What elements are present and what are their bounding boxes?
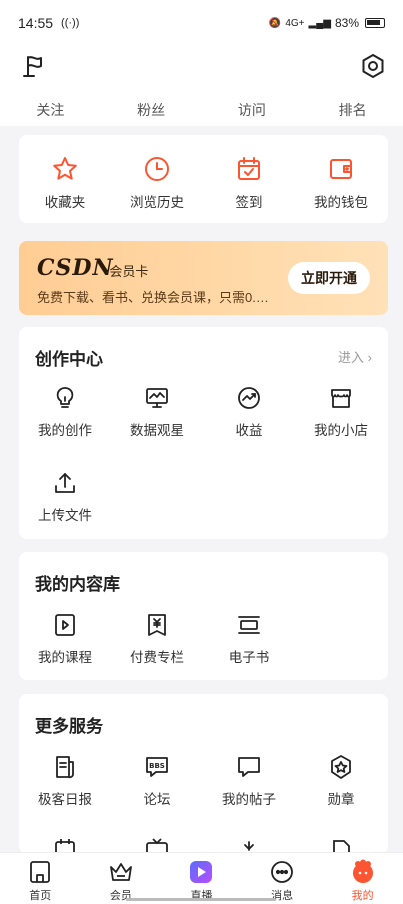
content-item-ebook[interactable]: 电子书 [203, 612, 295, 666]
vip-description: 免费下载、看书、兑换会员课，只需0.… [37, 290, 269, 305]
service-item-label: 我的帖子 [222, 792, 276, 807]
vip-tag: ·会员卡 [105, 264, 149, 279]
quick-actions-card: 收藏夹 浏览历史 签到 我的钱包 [19, 135, 388, 223]
status-bar: 14:55 ((·)) 🔕 4G+ ▂▄▆ 83% [0, 0, 403, 46]
monitor-chart-icon [144, 385, 170, 411]
vip-brand-logo: CSDN [37, 255, 114, 281]
network-label: 4G+ [285, 17, 305, 29]
header [0, 46, 403, 86]
bbs-icon: BBS [144, 754, 170, 780]
stat-following[interactable]: 关注 [0, 86, 101, 126]
content-library-title: 我的内容库 [35, 575, 120, 594]
stat-visits[interactable]: 访问 [202, 86, 303, 126]
clock-icon [143, 155, 171, 183]
quick-item-wallet[interactable]: 我的钱包 [295, 155, 387, 211]
bulb-icon [52, 385, 78, 411]
svg-text:BBS: BBS [149, 762, 165, 770]
creation-center-title: 创作中心 [35, 350, 103, 369]
ebook-icon [236, 612, 262, 638]
settings-icon[interactable] [359, 52, 387, 80]
quick-item-label: 我的钱包 [314, 195, 368, 210]
home-icon [27, 859, 53, 885]
creation-center-card: 创作中心 进入 › 我的创作 数据观星 收益 我的小店 上传文件 [19, 327, 388, 539]
content-item-my-courses[interactable]: 我的课程 [19, 612, 111, 666]
service-item-forum[interactable]: BBS 论坛 [111, 754, 203, 808]
nav-tab-label: 我的 [351, 890, 374, 902]
more-services-title: 更多服务 [35, 717, 103, 736]
battery-label: 83% [334, 16, 359, 30]
yen-book-icon [144, 612, 170, 638]
creation-item-label: 我的小店 [314, 423, 368, 438]
flag-icon[interactable] [20, 52, 48, 80]
wallet-icon [327, 155, 355, 183]
nav-tab-vip[interactable]: 会员 [81, 853, 162, 904]
message-icon [269, 859, 295, 885]
service-item-geek-daily[interactable]: 极客日报 [19, 754, 111, 808]
content-item-paid-column[interactable]: 付费专栏 [111, 612, 203, 666]
nav-tab-label: 首页 [29, 890, 52, 902]
status-time: 14:55 [18, 15, 54, 31]
nav-tab-live[interactable]: 直播 [161, 853, 242, 904]
daily-icon [52, 754, 78, 780]
creation-item-my-shop[interactable]: 我的小店 [295, 385, 387, 439]
creation-item-my-works[interactable]: 我的创作 [19, 385, 111, 439]
stat-followers[interactable]: 粉丝 [101, 86, 202, 126]
mute-icon: 🔕 [268, 17, 282, 29]
creation-item-label: 数据观星 [130, 423, 184, 438]
wireless-icon: ((·)) [61, 17, 80, 29]
calendar-check-icon [235, 155, 263, 183]
play-square-icon [52, 612, 78, 638]
star-icon [51, 155, 79, 183]
creation-item-label: 上传文件 [38, 508, 92, 523]
stat-ranking[interactable]: 排名 [302, 86, 403, 126]
nav-tab-messages[interactable]: 消息 [242, 853, 323, 904]
service-item-label: 勋章 [327, 792, 355, 807]
creation-item-label: 我的创作 [38, 423, 92, 438]
profile-icon [350, 859, 376, 885]
signal-icon: ▂▄▆ [308, 17, 331, 29]
content-item-label: 电子书 [228, 650, 270, 665]
service-item-medals[interactable]: 勋章 [295, 754, 387, 808]
content-library-card: 我的内容库 我的课程 付费专栏 电子书 [19, 552, 388, 680]
bottom-nav: 首页 会员 直播 消息 我的 [0, 852, 403, 904]
stats-row: 关注 粉丝 访问 排名 [0, 86, 403, 126]
creation-center-enter-link[interactable]: 进入 › [338, 347, 372, 366]
home-indicator[interactable] [126, 898, 276, 901]
vip-open-button[interactable]: 立即开通 [288, 262, 370, 294]
crown-icon [108, 859, 134, 885]
service-item-my-posts[interactable]: 我的帖子 [203, 754, 295, 808]
more-services-card: 更多服务 极客日报 BBS 论坛 我的帖子 勋章 [19, 694, 388, 854]
trend-circle-icon [236, 385, 262, 411]
chat-bubble-icon [236, 754, 262, 780]
content-item-label: 我的课程 [38, 650, 92, 665]
content-item-label: 付费专栏 [130, 650, 184, 665]
quick-item-label: 收藏夹 [44, 195, 86, 210]
battery-icon [365, 18, 385, 28]
creation-item-data-stars[interactable]: 数据观星 [111, 385, 203, 439]
medal-icon [328, 754, 354, 780]
nav-tab-home[interactable]: 首页 [0, 853, 81, 904]
service-item-label: 极客日报 [38, 792, 92, 807]
quick-item-favorites[interactable]: 收藏夹 [19, 155, 111, 211]
quick-item-label: 浏览历史 [130, 195, 184, 210]
upload-icon [52, 470, 78, 496]
quick-item-history[interactable]: 浏览历史 [111, 155, 203, 211]
live-icon [188, 859, 214, 885]
service-item-label: 论坛 [143, 792, 171, 807]
creation-item-upload[interactable]: 上传文件 [19, 470, 111, 524]
quick-item-label: 签到 [235, 195, 263, 210]
nav-tab-profile[interactable]: 我的 [322, 853, 403, 904]
quick-item-checkin[interactable]: 签到 [203, 155, 295, 211]
creation-item-earnings[interactable]: 收益 [203, 385, 295, 439]
vip-banner[interactable]: CSDN ·会员卡 免费下载、看书、兑换会员课，只需0.… 立即开通 [19, 241, 388, 315]
creation-item-label: 收益 [235, 423, 263, 438]
shop-icon [328, 385, 354, 411]
